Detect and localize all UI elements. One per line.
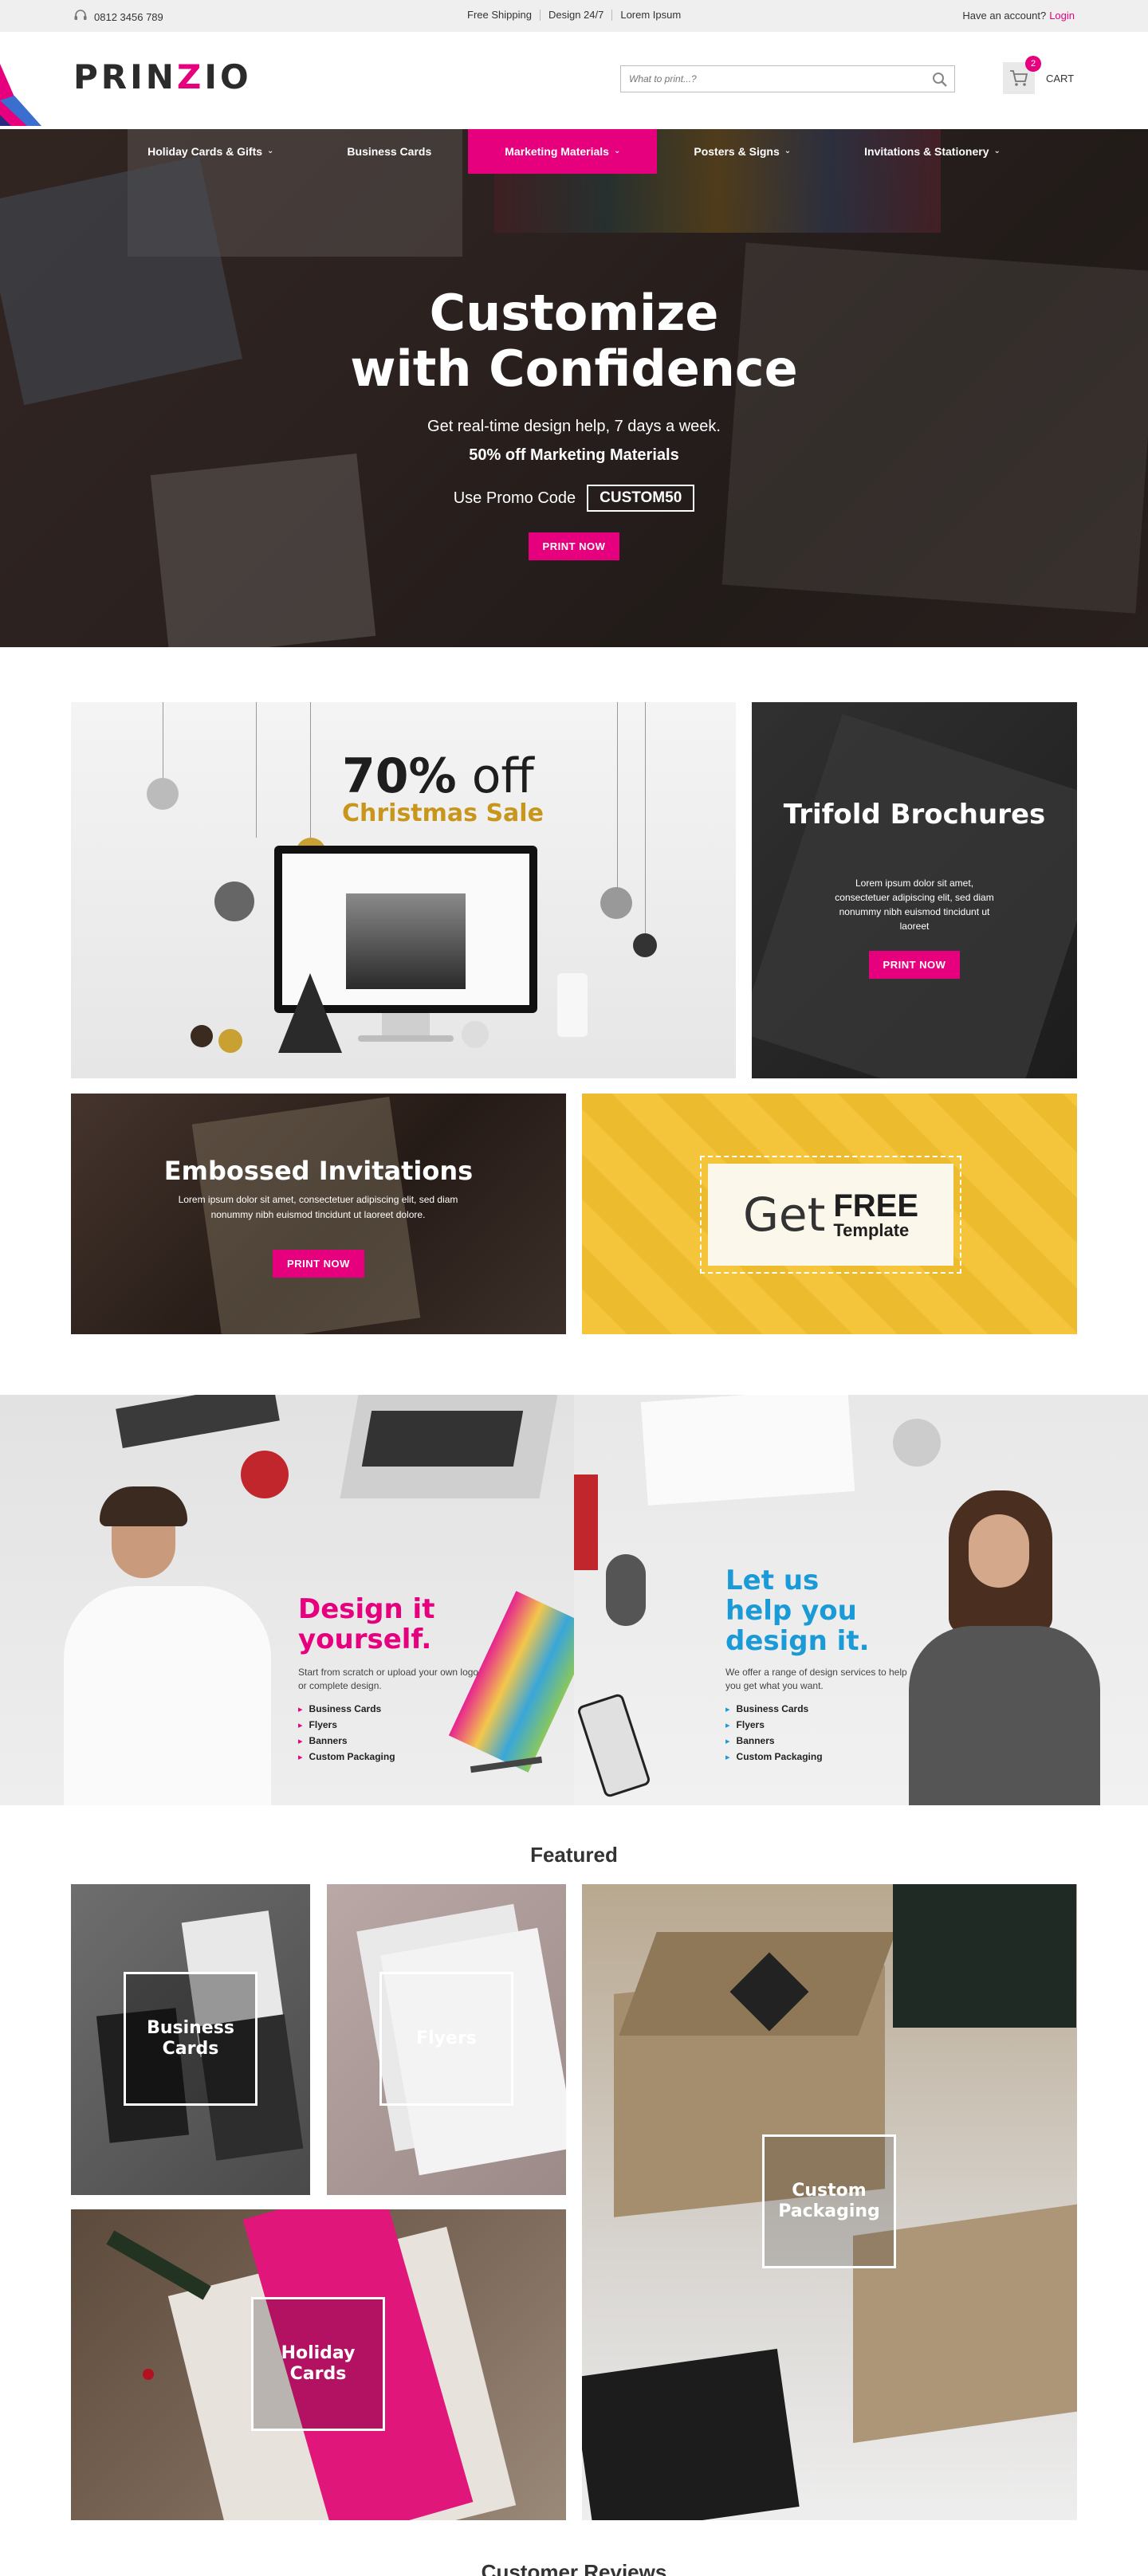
customer-reviews-title: Customer Reviews bbox=[481, 2560, 667, 2576]
design-yourself-list: Business Cards Flyers Banners Custom Pac… bbox=[298, 1702, 395, 1765]
design-help-section[interactable]: Let us help you design it. We offer a rang… bbox=[574, 1395, 1148, 1805]
free-text: FREE bbox=[833, 1188, 919, 1223]
chevron-down-icon: ⌄ bbox=[267, 147, 274, 155]
xmas-tree-image bbox=[278, 973, 342, 1053]
featured-title: Featured bbox=[530, 1843, 618, 1867]
cart-count-badge: 2 bbox=[1025, 56, 1041, 72]
list-item[interactable]: Banners bbox=[298, 1734, 395, 1749]
topbar-link-lorem[interactable]: Lorem Ipsum bbox=[611, 10, 689, 21]
trifold-desc: Lorem ipsum dolor sit amet, consectetuer… bbox=[835, 878, 994, 932]
promo-label: Use Promo Code bbox=[453, 489, 576, 507]
featured-label: Business Cards bbox=[124, 1972, 258, 2106]
embossed-desc: Lorem ipsum dolor sit amet, consectetuer… bbox=[178, 1194, 458, 1220]
hero-subtitle: Get real-time design help, 7 days a week… bbox=[427, 418, 721, 435]
login-link[interactable]: Login bbox=[1049, 10, 1075, 22]
design-help-list: Business Cards Flyers Banners Custom Pac… bbox=[725, 1702, 823, 1765]
embossed-print-now-button[interactable]: PRINT NOW bbox=[273, 1250, 364, 1278]
list-item[interactable]: Custom Packaging bbox=[298, 1749, 395, 1765]
design-yourself-title: Design it yourself. bbox=[298, 1593, 435, 1655]
featured-label: Holiday Cards bbox=[251, 2297, 385, 2431]
search-box bbox=[620, 65, 955, 92]
headset-icon bbox=[73, 10, 88, 25]
list-item[interactable]: Flyers bbox=[298, 1718, 395, 1734]
top-bar: 0812 3456 789 Free Shipping Design 24/7 … bbox=[0, 0, 1148, 32]
phone-contact[interactable]: 0812 3456 789 bbox=[73, 10, 163, 25]
hero-banner: Holiday Cards & Gifts ⌄ Business Cards Ma… bbox=[0, 129, 1148, 647]
search-icon[interactable] bbox=[932, 72, 948, 88]
nav-business-cards[interactable]: Business Cards bbox=[310, 129, 468, 174]
featured-business-cards[interactable]: Business Cards bbox=[71, 1884, 310, 2195]
account-area: Have an account? Login bbox=[962, 10, 1075, 22]
xmas-sale-title: Christmas Sale bbox=[342, 799, 544, 827]
hero-print-now-button[interactable]: PRINT NOW bbox=[528, 532, 620, 560]
featured-custom-packaging[interactable]: Custom Packaging bbox=[582, 1884, 1077, 2520]
nav-posters-signs[interactable]: Posters & Signs ⌄ bbox=[657, 129, 828, 174]
phone-number: 0812 3456 789 bbox=[94, 11, 163, 23]
topbar-links: Free Shipping Design 24/7 Lorem Ipsum bbox=[459, 10, 689, 21]
nav-invitations[interactable]: Invitations & Stationery ⌄ bbox=[828, 129, 1037, 174]
free-template-box: Get FREE Template bbox=[700, 1156, 961, 1274]
design-help-desc: We offer a range of design services to h… bbox=[725, 1667, 907, 1691]
featured-holiday-cards[interactable]: Holiday Cards bbox=[71, 2209, 566, 2520]
get-text: Get bbox=[742, 1188, 826, 1242]
topbar-link-design[interactable]: Design 24/7 bbox=[539, 10, 611, 21]
embossed-title: Embossed Invitations bbox=[163, 1156, 474, 1186]
nav-marketing-materials[interactable]: Marketing Materials ⌄ bbox=[468, 129, 658, 174]
embossed-invitations-tile[interactable]: Embossed Invitations Lorem ipsum dolor s… bbox=[71, 1094, 566, 1334]
template-text: Template bbox=[833, 1220, 910, 1240]
cart-button[interactable]: 2 CART bbox=[1003, 56, 1075, 94]
promo-code: CUSTOM50 bbox=[587, 485, 695, 512]
search-input[interactable] bbox=[621, 66, 916, 92]
trifold-print-now-button[interactable]: PRINT NOW bbox=[868, 951, 961, 979]
account-text: Have an account? bbox=[962, 10, 1047, 22]
christmas-sale-tile[interactable]: 70% off Christmas Sale bbox=[71, 702, 736, 1078]
free-template-tile[interactable]: Get FREE Template bbox=[582, 1094, 1077, 1334]
chevron-down-icon: ⌄ bbox=[784, 147, 792, 155]
design-yourself-desc: Start from scratch or upload your own lo… bbox=[298, 1667, 479, 1691]
list-item[interactable]: Custom Packaging bbox=[725, 1749, 823, 1765]
cart-icon: 2 bbox=[1003, 56, 1041, 94]
featured-label: Flyers bbox=[379, 1972, 513, 2106]
list-item[interactable]: Business Cards bbox=[725, 1702, 823, 1718]
featured-flyers[interactable]: Flyers bbox=[327, 1884, 566, 2195]
trifold-brochures-tile[interactable]: Trifold Brochures Lorem ipsum dolor sit … bbox=[752, 702, 1077, 1078]
chevron-down-icon: ⌄ bbox=[613, 147, 621, 155]
hero-title: Customize with Confidence bbox=[350, 284, 798, 398]
nav-holiday-cards[interactable]: Holiday Cards & Gifts ⌄ bbox=[111, 129, 310, 174]
promo-code-row: Use Promo Code CUSTOM50 bbox=[0, 485, 1148, 512]
design-yourself-section[interactable]: Design it yourself. Start from scratch or… bbox=[0, 1395, 574, 1805]
list-item[interactable]: Banners bbox=[725, 1734, 823, 1749]
featured-label: Custom Packaging bbox=[762, 2134, 896, 2268]
list-item[interactable]: Business Cards bbox=[298, 1702, 395, 1718]
design-help-title: Let us help you design it. bbox=[725, 1565, 870, 1657]
corner-accent bbox=[0, 64, 41, 126]
xmas-discount: 70% off bbox=[342, 748, 534, 804]
main-nav: Holiday Cards & Gifts ⌄ Business Cards Ma… bbox=[0, 129, 1148, 174]
chevron-down-icon: ⌄ bbox=[993, 147, 1001, 155]
topbar-link-shipping[interactable]: Free Shipping bbox=[459, 10, 540, 21]
list-item[interactable]: Flyers bbox=[725, 1718, 823, 1734]
trifold-title: Trifold Brochures bbox=[783, 799, 1046, 831]
cart-label: CART bbox=[1046, 72, 1075, 84]
logo[interactable]: PRINZIO bbox=[73, 57, 252, 96]
hero-offer: 50% off Marketing Materials bbox=[469, 446, 679, 464]
